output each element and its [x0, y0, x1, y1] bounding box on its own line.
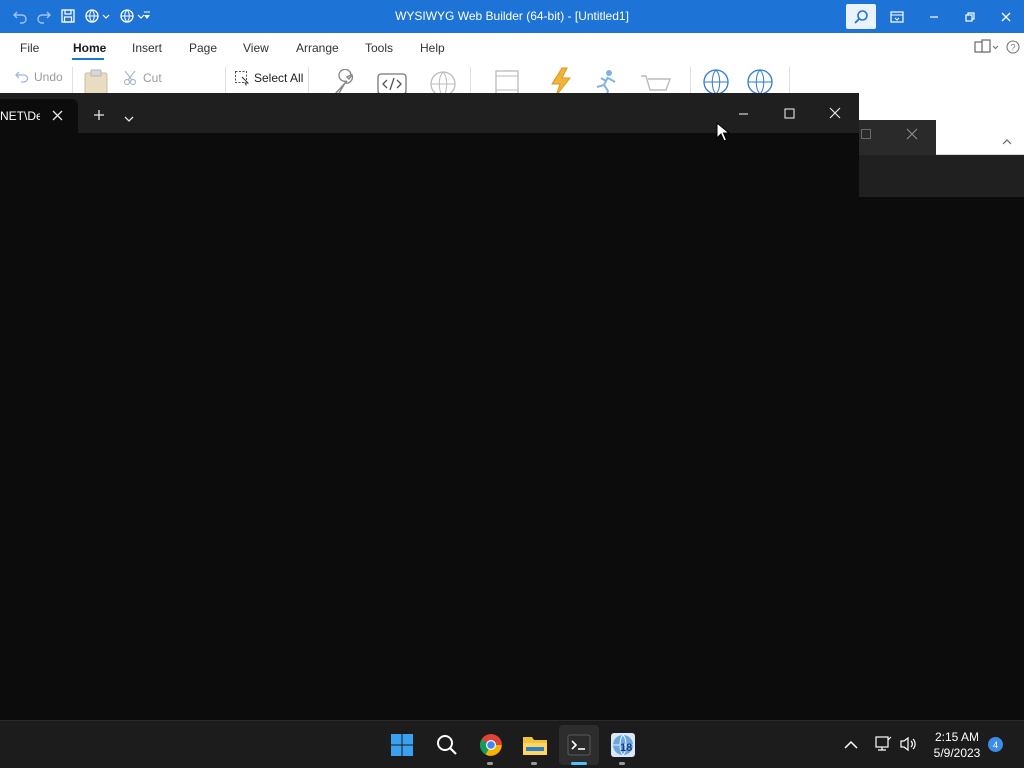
windows-start-icon — [391, 734, 413, 756]
wysiwyg-taskbar-button[interactable]: 18 — [607, 729, 639, 761]
running-indicator — [487, 762, 493, 765]
close-icon[interactable] — [906, 128, 918, 143]
customize-quick-access-icon[interactable] — [141, 5, 153, 27]
minimize-icon — [930, 15, 938, 18]
background-window-body — [858, 155, 1024, 720]
maximize-icon[interactable] — [860, 128, 872, 143]
screen-layout-icon[interactable] — [974, 39, 1000, 58]
builder-version-badge: 18 — [620, 742, 633, 754]
terminal-maximize-button[interactable] — [766, 93, 812, 133]
clock-date: 5/9/2023 — [933, 746, 981, 760]
tab-page[interactable]: Page — [189, 41, 217, 55]
ribbon-display-icon — [890, 10, 904, 23]
tab-dropdown-icon[interactable] — [124, 112, 134, 126]
tab-tools[interactable]: Tools — [365, 41, 393, 55]
help-icon[interactable]: ? — [1006, 40, 1020, 57]
show-hidden-icons-button[interactable] — [844, 739, 858, 753]
tab-help[interactable]: Help — [420, 41, 445, 55]
active-indicator — [571, 762, 587, 765]
running-indicator — [531, 762, 537, 765]
tab-insert[interactable]: Insert — [132, 41, 162, 55]
running-indicator — [619, 762, 625, 765]
mouse-cursor-icon — [716, 121, 731, 145]
tab-arrange[interactable]: Arrange — [296, 41, 339, 55]
volume-icon[interactable] — [899, 736, 917, 755]
chevron-up-icon — [844, 740, 858, 749]
new-tab-icon[interactable] — [93, 109, 105, 124]
terminal-content-area[interactable] — [0, 133, 859, 720]
file-explorer-taskbar-button[interactable] — [519, 729, 551, 761]
taskbar-search-button[interactable] — [431, 729, 463, 761]
notification-badge[interactable]: 4 — [988, 737, 1003, 752]
app-title-bar: WYSIWYG Web Builder (64-bit) - [Untitled… — [0, 0, 1024, 33]
undo-label: Undo — [34, 70, 63, 84]
background-window-title-bar — [858, 120, 936, 155]
chrome-icon — [480, 734, 502, 756]
tab-view[interactable]: View — [243, 41, 269, 55]
terminal-title-bar[interactable]: NET\De — [0, 93, 859, 133]
clock-time: 2:15 AM — [934, 730, 980, 744]
redo-quick-icon[interactable] — [33, 5, 55, 27]
terminal-taskbar-button[interactable] — [563, 729, 595, 761]
terminal-window[interactable]: NET\De — [0, 93, 859, 720]
chrome-taskbar-button[interactable] — [475, 729, 507, 761]
preview-dropdown-icon[interactable] — [82, 5, 112, 27]
close-icon — [829, 107, 841, 119]
search-icon — [854, 9, 868, 24]
save-quick-icon[interactable] — [57, 5, 79, 27]
select-all-label: Select All — [254, 71, 304, 85]
search-icon — [437, 735, 457, 755]
cut-button[interactable]: Cut — [123, 70, 162, 86]
close-tab-icon[interactable] — [52, 110, 63, 124]
collapse-ribbon-icon[interactable] — [1002, 135, 1012, 149]
search-button[interactable] — [846, 4, 876, 29]
close-icon — [1001, 12, 1011, 21]
select-all-button[interactable]: Select All — [234, 70, 303, 86]
close-button[interactable] — [983, 0, 1024, 33]
taskbar: 18 2:15 AM 5/9/2023 4 — [0, 720, 1024, 768]
ribbon-tab-bar: File Home Insert Page View Arrange Tools… — [0, 33, 1024, 63]
undo-button[interactable]: Undo — [14, 70, 63, 84]
system-clock[interactable]: 2:15 AM 5/9/2023 — [924, 729, 990, 761]
undo-icon — [15, 71, 29, 83]
minimize-icon — [738, 112, 748, 115]
terminal-tab[interactable]: NET\De — [0, 99, 78, 133]
tab-file[interactable]: File — [20, 41, 39, 55]
active-tab-indicator — [72, 58, 104, 60]
cut-label: Cut — [143, 71, 162, 85]
restore-icon — [965, 11, 975, 22]
undo-quick-icon[interactable] — [9, 5, 31, 27]
svg-text:?: ? — [1010, 43, 1015, 53]
terminal-icon — [567, 734, 591, 756]
tab-home[interactable]: Home — [73, 41, 106, 55]
maximize-icon — [783, 107, 795, 119]
start-button[interactable] — [386, 729, 418, 761]
scissors-icon — [123, 70, 137, 86]
terminal-tab-label: NET\De — [0, 109, 40, 123]
network-icon[interactable] — [874, 736, 892, 755]
select-all-icon — [235, 71, 250, 86]
file-explorer-icon — [523, 737, 547, 755]
background-window-tab-row — [858, 155, 1024, 197]
terminal-close-button[interactable] — [812, 93, 858, 133]
